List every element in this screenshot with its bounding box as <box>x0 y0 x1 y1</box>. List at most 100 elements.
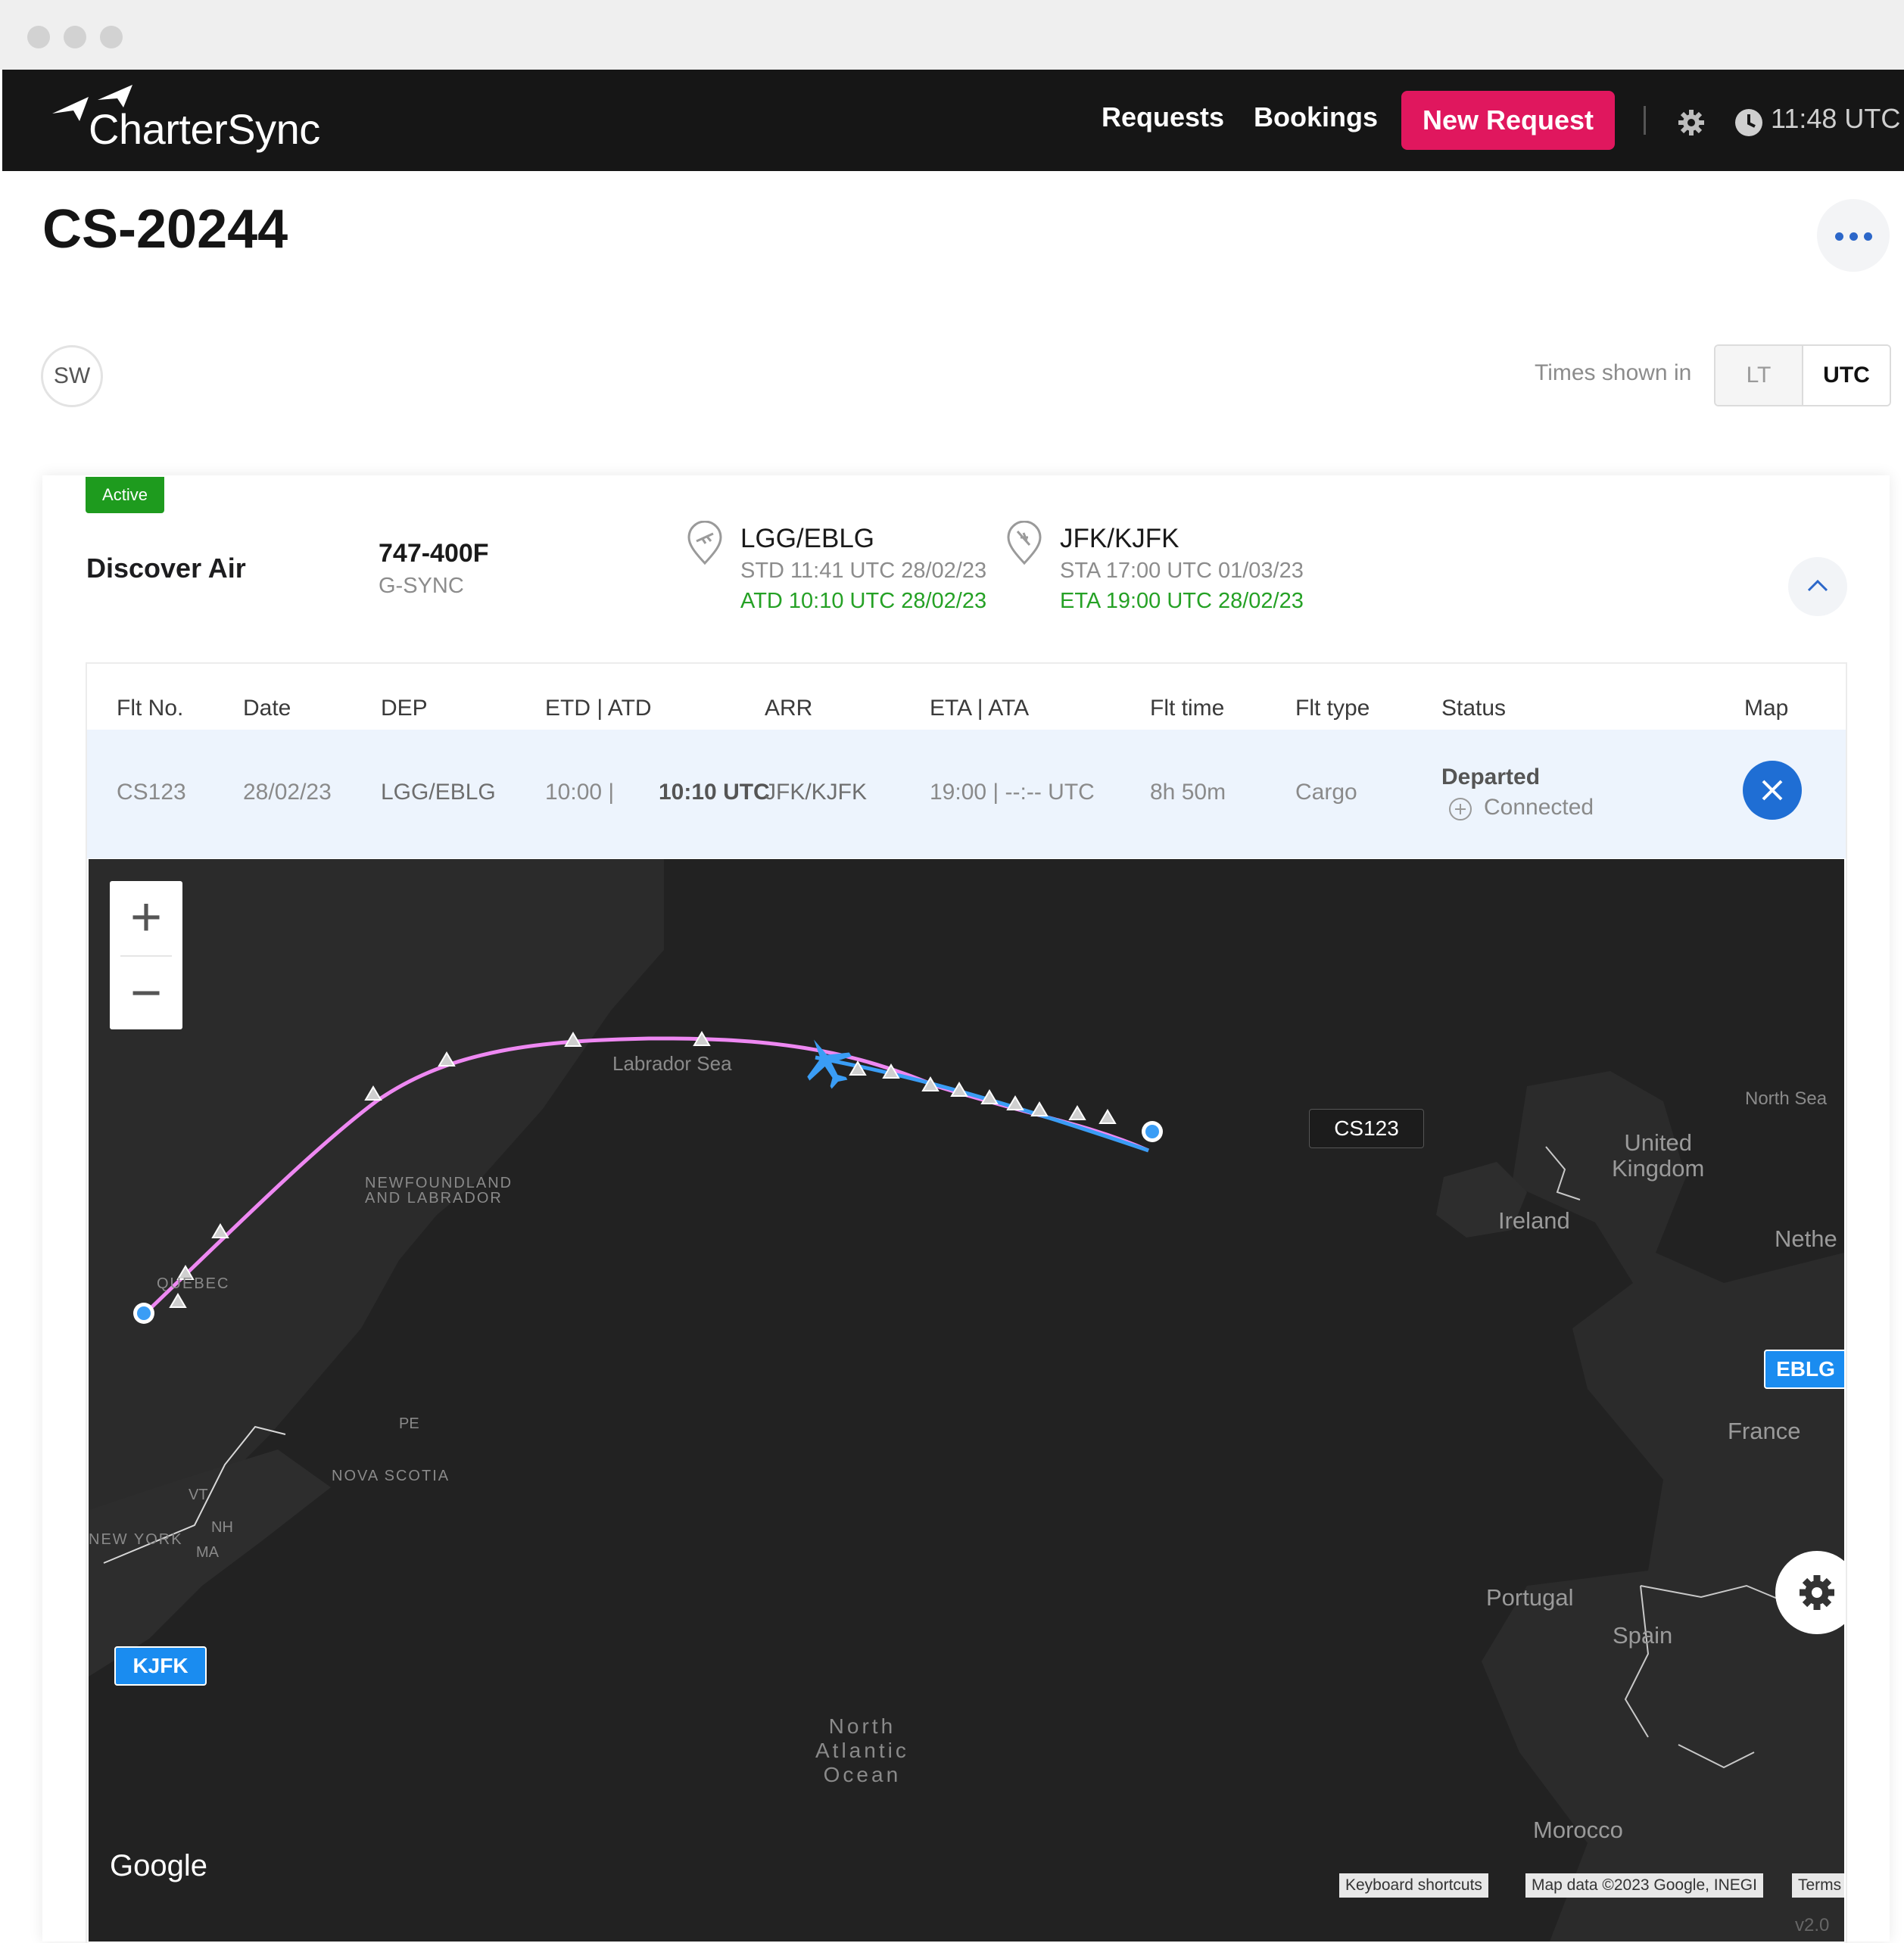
timezone-utc-button[interactable]: UTC <box>1803 346 1890 405</box>
flight-arrival: JFK/KJFK <box>765 780 868 805</box>
departure-airport: LGG/EBLG <box>740 524 875 553</box>
table-row[interactable]: CS123 28/02/23 LGG/EBLG 10:00 | 10:10 UT… <box>87 730 1846 858</box>
more-dot-icon <box>1835 232 1843 241</box>
map-label: QUEBEC <box>157 1275 230 1292</box>
map-label: NH <box>211 1519 233 1536</box>
zoom-control: + − <box>110 881 182 1029</box>
map-label: North Sea <box>1745 1088 1828 1109</box>
aircraft-position-icon[interactable] <box>793 1028 860 1097</box>
flight-time: 8h 50m <box>1150 780 1226 805</box>
times-shown-label: Times shown in <box>1535 360 1692 385</box>
keyboard-shortcuts-link[interactable]: Keyboard shortcuts <box>1339 1873 1488 1898</box>
flight-date: 28/02/23 <box>243 780 332 805</box>
column-header: ETA | ATA <box>930 696 1030 721</box>
operator-name: Discover Air <box>86 553 246 584</box>
window-close-dot[interactable] <box>27 26 50 48</box>
terms-link[interactable]: Terms <box>1792 1873 1844 1898</box>
zoom-out-button[interactable]: − <box>110 957 182 1029</box>
aircraft-registration: G-SYNC <box>379 574 464 598</box>
timezone-toggle: LT UTC <box>1714 344 1891 406</box>
column-header: DEP <box>381 696 428 721</box>
settings-gear-icon[interactable] <box>1676 107 1706 138</box>
brand-name: CharterSync <box>89 105 320 153</box>
europe-land <box>1482 1071 1844 1941</box>
kjfk-marker-core <box>137 1306 151 1320</box>
flight-map[interactable]: + − Labrador Sea NEWFOUNDLAND AND LABRAD… <box>89 859 1844 1941</box>
map-label: MA <box>196 1544 219 1561</box>
zoom-in-button[interactable]: + <box>110 881 182 954</box>
column-header: Flt time <box>1150 696 1225 721</box>
column-header: Flt type <box>1295 696 1370 721</box>
column-header: Flt No. <box>117 696 184 721</box>
map-version: v2.0 <box>1795 1915 1830 1935</box>
close-icon <box>1762 780 1783 801</box>
flight-departure: LGG/EBLG <box>381 780 496 805</box>
column-header: Map <box>1744 696 1789 721</box>
map-country: France <box>1728 1418 1801 1444</box>
destination-airport-tag[interactable]: KJFK <box>114 1646 207 1686</box>
chevron-up-icon <box>1807 579 1828 592</box>
arrival-pin-icon <box>1007 521 1042 565</box>
connection-status: Connected <box>1484 795 1594 820</box>
flight-etd: 10:00 | <box>545 780 615 805</box>
timezone-lt-button[interactable]: LT <box>1715 346 1803 405</box>
map-country: Ireland <box>1498 1207 1570 1234</box>
map-country: United Kingdom <box>1612 1129 1705 1182</box>
connected-icon <box>1449 798 1472 820</box>
flight-type: Cargo <box>1295 780 1357 805</box>
map-country: Portugal <box>1486 1584 1574 1611</box>
map-label: VT <box>189 1487 208 1503</box>
browser-chrome <box>0 0 1904 70</box>
more-dot-icon <box>1864 232 1872 241</box>
status-badge: Active <box>86 477 164 513</box>
google-logo: Google <box>110 1849 207 1882</box>
column-header: ARR <box>765 696 813 721</box>
map-canvas <box>89 859 1844 1941</box>
arrival-airport: JFK/KJFK <box>1060 524 1179 553</box>
eblg-marker-core <box>1145 1125 1159 1138</box>
more-dot-icon <box>1849 232 1858 241</box>
map-label: NEW YORK <box>89 1531 183 1548</box>
map-label: NEWFOUNDLAND AND LABRADOR <box>365 1175 513 1207</box>
map-label: PE <box>399 1415 419 1432</box>
window-maximize-dot[interactable] <box>100 26 123 48</box>
column-header: ETD | ATD <box>545 696 652 721</box>
map-label: NOVA SCOTIA <box>332 1468 450 1484</box>
user-avatar[interactable]: SW <box>41 345 103 407</box>
map-label: Labrador Sea <box>612 1052 732 1075</box>
aircraft-type: 747-400F <box>379 539 489 568</box>
flight-callsign-label[interactable]: CS123 <box>1309 1109 1424 1148</box>
arrival-scheduled-time: STA 17:00 UTC 01/03/23 <box>1060 559 1304 583</box>
close-map-button[interactable] <box>1743 761 1802 820</box>
map-label: North Atlantic Ocean <box>815 1714 909 1786</box>
flight-eta-ata: 19:00 | --:-- UTC <box>930 780 1095 805</box>
map-country: Spain <box>1613 1622 1673 1649</box>
column-header: Status <box>1441 696 1507 721</box>
nav-divider <box>1644 106 1646 135</box>
nav-requests[interactable]: Requests <box>1102 101 1224 133</box>
departure-pin-icon <box>687 521 722 565</box>
map-country: Nethe <box>1775 1225 1837 1252</box>
departure-scheduled-time: STD 11:41 UTC 28/02/23 <box>740 559 987 583</box>
map-data-attribution: Map data ©2023 Google, INEGI <box>1525 1873 1763 1898</box>
flight-status: Departed <box>1441 764 1541 789</box>
new-request-button[interactable]: New Request <box>1401 91 1615 150</box>
map-settings-button[interactable] <box>1775 1551 1844 1634</box>
arrival-estimated-time: ETA 19:00 UTC 28/02/23 <box>1060 589 1304 613</box>
collapse-button[interactable] <box>1788 557 1847 616</box>
window-minimize-dot[interactable] <box>64 26 86 48</box>
flight-number: CS123 <box>117 780 186 805</box>
departure-actual-time: ATD 10:10 UTC 28/02/23 <box>740 589 987 613</box>
map-country: Morocco <box>1533 1817 1623 1843</box>
nav-bookings[interactable]: Bookings <box>1254 101 1378 133</box>
flight-atd: 10:10 UTC <box>659 780 770 805</box>
current-time: 11:48 UTC <box>1771 103 1901 134</box>
more-options-button[interactable] <box>1817 199 1890 272</box>
brand-logo[interactable]: CharterSync <box>51 83 338 159</box>
page-title: CS-20244 <box>42 199 288 260</box>
top-navbar: CharterSync Requests Bookings New Reques… <box>2 70 1904 171</box>
column-header: Date <box>243 696 291 721</box>
gear-icon <box>1800 1575 1834 1610</box>
clock-icon <box>1735 109 1762 136</box>
origin-airport-tag[interactable]: EBLG <box>1764 1350 1844 1389</box>
